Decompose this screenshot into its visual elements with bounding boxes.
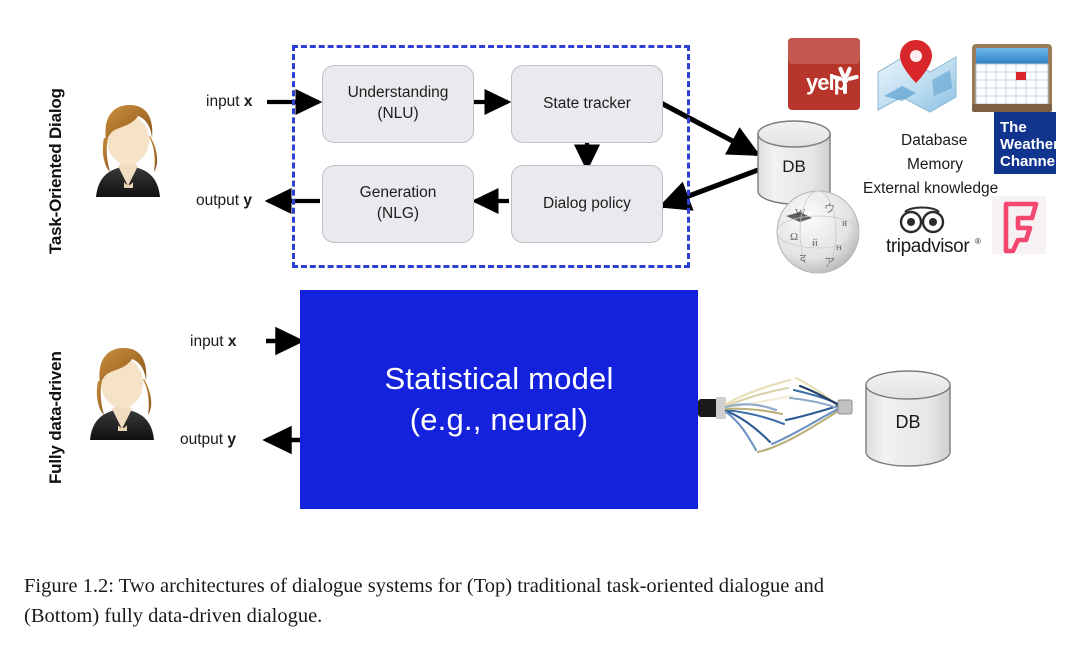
statistical-model-line2: (e.g., neural) [409, 401, 589, 437]
output-symbol-top: y [243, 192, 253, 209]
section-label-fully-data-driven: Fully data-driven [46, 351, 65, 484]
output-label-top-text: output [196, 192, 244, 209]
module-dialog-policy-line1: Dialog policy [543, 194, 631, 212]
module-nlg-line1: Generation [359, 184, 437, 202]
module-box-nlu[interactable]: Understanding (NLU) [322, 65, 474, 143]
database-cylinder-bottom: DB [865, 370, 951, 467]
weather-channel-logo-icon: The Weather Channel [994, 112, 1059, 174]
module-nlg-line2: (NLG) [376, 205, 420, 222]
output-label-top: output y [196, 192, 252, 210]
input-label-top: input x [206, 93, 253, 111]
yelp-logo-icon: yelp [788, 38, 860, 110]
svg-text:Channel: Channel [1000, 153, 1059, 170]
svg-text:ア: ア [824, 257, 835, 269]
svg-text:я: я [842, 217, 847, 229]
module-box-state-tracker[interactable]: State tracker [511, 65, 663, 143]
module-nlu-line2: (NLU) [377, 105, 419, 122]
avatar-user-bottom [90, 347, 154, 440]
svg-text:DB: DB [895, 412, 920, 432]
svg-text:й: й [812, 237, 818, 249]
statistical-model-line1: Statistical model [384, 360, 614, 396]
foursquare-logo-icon [992, 196, 1046, 254]
tripadvisor-logo-icon: tripadvisor ® [886, 206, 981, 257]
network-cable-bundle-icon [698, 376, 853, 454]
svg-text:tripadvisor: tripadvisor [886, 236, 970, 257]
svg-text:®: ® [975, 237, 981, 246]
output-label-bottom: output y [180, 431, 236, 449]
output-label-bottom-text: output [180, 431, 228, 448]
figure-canvas: DB yelp The Weather Channel W ウ я Ω й н … [0, 0, 1080, 662]
statistical-model-box[interactable]: Statistical model (e.g., neural) [300, 290, 698, 509]
svg-text:W: W [795, 207, 806, 219]
figure-caption-line-1: Figure 1.2: Two architectures of dialogu… [24, 575, 825, 597]
avatar-user-top [96, 104, 160, 197]
output-symbol-bottom: y [227, 431, 237, 448]
module-box-nlg[interactable]: Generation (NLG) [322, 165, 474, 243]
input-label-bottom-text: input [190, 333, 228, 350]
wikipedia-globe-icon: W ウ я Ω й н द ア [776, 190, 860, 274]
knowledge-label-memory: Memory [907, 156, 963, 173]
input-symbol-top: x [243, 93, 253, 110]
module-state-tracker-line1: State tracker [543, 94, 631, 112]
svg-text:ウ: ウ [824, 202, 835, 215]
svg-text:DB: DB [782, 157, 806, 176]
svg-text:н: н [836, 241, 842, 253]
figure-caption: Figure 1.2: Two architectures of dialogu… [24, 572, 1060, 631]
svg-text:Ω: Ω [790, 231, 798, 243]
figure-caption-line-2: (Bottom) fully data-driven dialogue. [24, 604, 323, 627]
knowledge-label-external-knowledge: External knowledge [863, 180, 999, 197]
svg-text:yelp: yelp [806, 70, 847, 95]
svg-text:Weather: Weather [1000, 136, 1059, 153]
calendar-icon [972, 44, 1052, 112]
svg-text:The: The [1000, 119, 1027, 136]
database-cylinder-top: DB [757, 120, 831, 205]
section-label-task-oriented: Task-Oriented Dialog [46, 88, 65, 254]
module-nlu-line1: Understanding [347, 84, 449, 102]
knowledge-label-database: Database [901, 132, 968, 149]
maps-pin-icon [877, 40, 957, 113]
input-label-top-text: input [206, 93, 244, 110]
svg-text:द: द [800, 253, 806, 265]
module-box-dialog-policy[interactable]: Dialog policy [511, 165, 663, 243]
input-label-bottom: input x [190, 333, 237, 351]
input-symbol-bottom: x [227, 333, 237, 350]
